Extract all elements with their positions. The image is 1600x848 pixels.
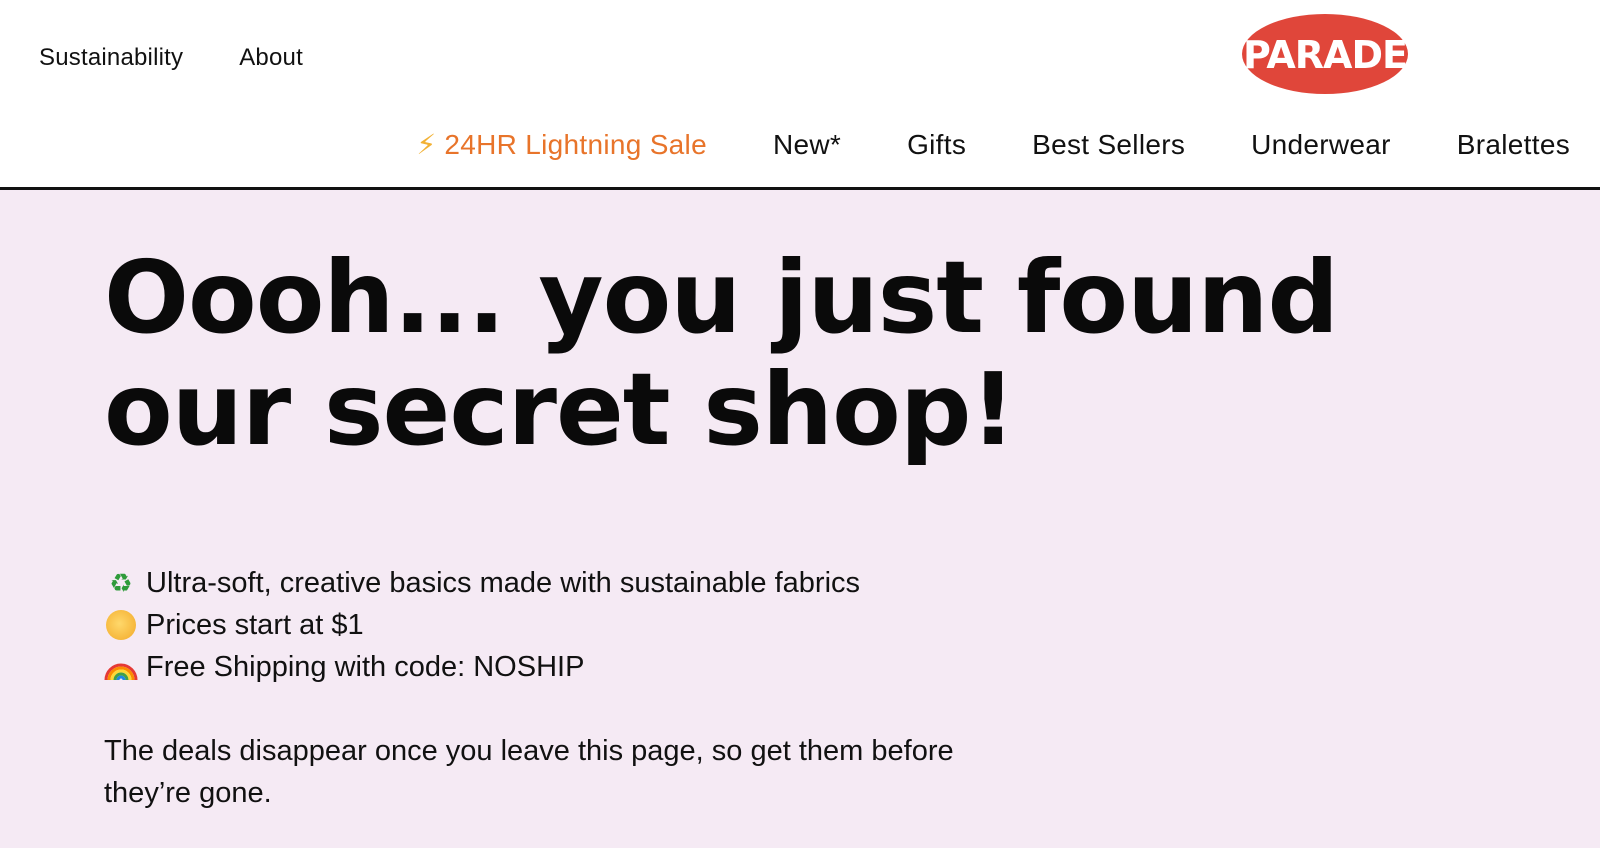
hero-section: Oooh... you just found our secret shop! … — [0, 190, 1600, 848]
feature-item: Prices start at $1 — [104, 604, 860, 646]
feature-text: Ultra-soft, creative basics made with su… — [146, 567, 861, 599]
feature-text: Free Shipping with code: NOSHIP — [146, 651, 585, 683]
feature-item: ♻ Ultra-soft, creative basics made with … — [104, 562, 860, 604]
main-nav: ⚡ 24HR Lightning Sale New* Gifts Best Sel… — [416, 128, 1570, 161]
nav-link-gifts[interactable]: Gifts — [907, 129, 966, 161]
hero-title: Oooh... you just found our secret shop! — [104, 239, 1339, 468]
logo-badge: PARADE — [1242, 14, 1408, 94]
utility-nav: Sustainability About — [39, 44, 303, 72]
site-header: Sustainability About PARADE ⚡ 24HR Lightn… — [0, 0, 1600, 190]
nav-link-underwear[interactable]: Underwear — [1251, 129, 1391, 161]
recycle-icon: ♻ — [109, 568, 133, 598]
nav-link-about[interactable]: About — [239, 44, 303, 72]
feature-list: ♻ Ultra-soft, creative basics made with … — [104, 562, 860, 688]
nav-link-best-sellers[interactable]: Best Sellers — [1032, 129, 1185, 161]
parade-logo[interactable]: PARADE — [1240, 12, 1410, 96]
nav-link-sustainability[interactable]: Sustainability — [39, 44, 183, 72]
nav-link-bralettes[interactable]: Bralettes — [1457, 129, 1570, 161]
nav-link-lightning-sale-label: 24HR Lightning Sale — [444, 129, 707, 160]
feature-item: Free Shipping with code: NOSHIP — [104, 646, 860, 688]
rainbow-icon — [104, 650, 138, 684]
nav-link-new[interactable]: New* — [773, 129, 841, 161]
deals-note: The deals disappear once you leave this … — [104, 735, 954, 809]
lightning-bolt-icon: ⚡ — [416, 129, 437, 160]
sun-icon — [106, 610, 136, 640]
nav-link-lightning-sale[interactable]: ⚡ 24HR Lightning Sale — [416, 128, 707, 161]
feature-text: Prices start at $1 — [146, 609, 364, 641]
logo-text: PARADE — [1243, 33, 1407, 77]
